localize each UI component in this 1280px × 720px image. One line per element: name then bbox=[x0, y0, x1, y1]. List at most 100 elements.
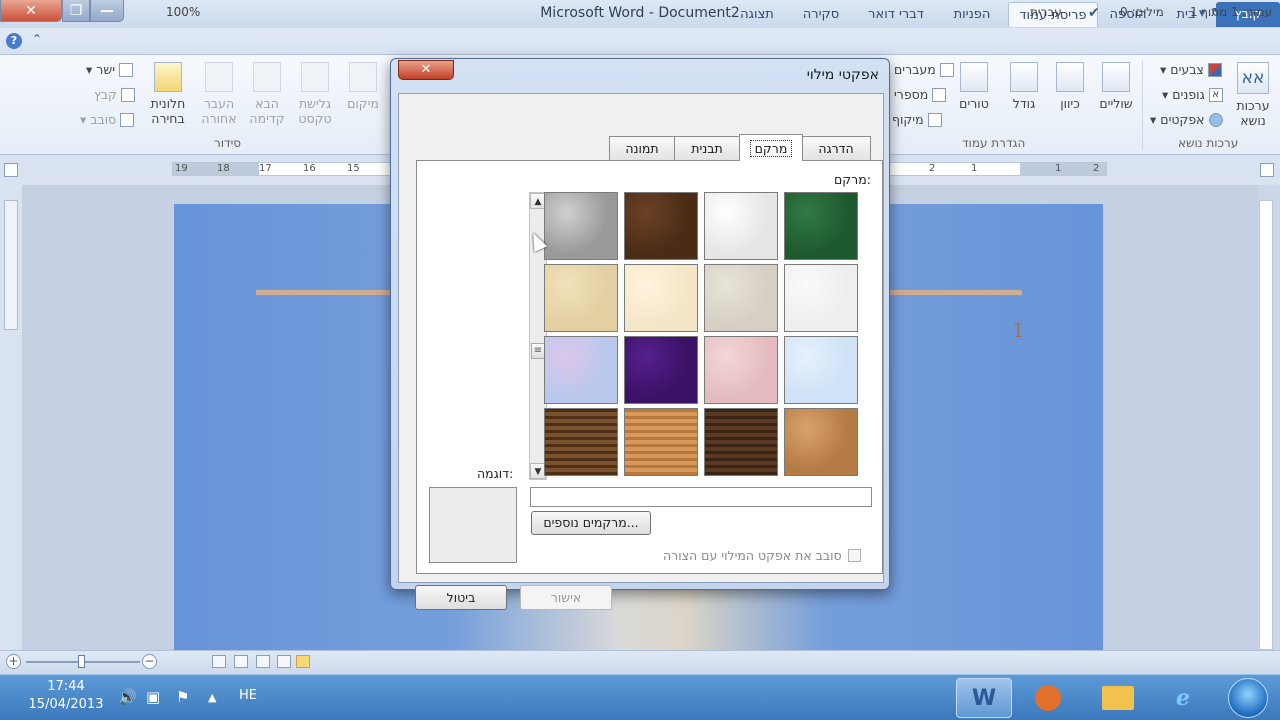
taskbar-clock[interactable]: 17:44 15/04/2013 bbox=[26, 678, 106, 714]
window-maximize-button[interactable]: ❐ bbox=[62, 0, 90, 22]
network-icon[interactable]: ▣ bbox=[146, 688, 160, 706]
green-marble-texture[interactable] bbox=[784, 192, 858, 260]
size-button[interactable]: גודל bbox=[1004, 62, 1044, 111]
zoom-slider-thumb[interactable] bbox=[78, 655, 85, 668]
taskbar bbox=[0, 674, 1280, 720]
walnut-texture[interactable] bbox=[704, 408, 778, 476]
theme-effects-button[interactable]: ▾ אפקטים bbox=[1150, 112, 1223, 127]
volume-icon[interactable]: 🔊 bbox=[118, 688, 137, 706]
minimize-icon: — bbox=[100, 2, 114, 19]
ruler-number: 16 bbox=[303, 163, 316, 174]
position-label: מיקום bbox=[347, 96, 379, 111]
margins-button[interactable]: שוליים bbox=[1094, 62, 1138, 111]
theme-colors-button[interactable]: ▾ צבעים bbox=[1160, 62, 1222, 77]
dialog-close-button[interactable]: ✕ bbox=[398, 60, 454, 80]
tab-gradient[interactable]: הדרגה bbox=[801, 136, 871, 160]
align-button[interactable]: ▾ ישר bbox=[86, 62, 133, 77]
scroll-thumb[interactable]: ≡ bbox=[531, 343, 545, 359]
window-minimize-button[interactable]: — bbox=[90, 0, 124, 22]
outline-view-icon[interactable] bbox=[234, 655, 248, 668]
zoom-out-button[interactable]: − bbox=[142, 654, 157, 669]
tab-picture[interactable]: תמונה bbox=[609, 136, 675, 160]
white-paper-texture[interactable] bbox=[784, 264, 858, 332]
help-icon[interactable]: ? bbox=[6, 33, 22, 49]
themes-icon: אא bbox=[1237, 62, 1269, 94]
align-icon bbox=[119, 62, 133, 77]
show-hidden-icons-icon[interactable]: ▲ bbox=[208, 691, 216, 704]
bouquet-texture[interactable] bbox=[544, 336, 618, 404]
tab-texture[interactable]: מרקם bbox=[739, 134, 803, 161]
dialog-title: אפקטי מילוי bbox=[806, 67, 879, 83]
page-number-text: 1 bbox=[1012, 318, 1025, 342]
position-button[interactable]: מיקום bbox=[340, 62, 386, 111]
vertical-scrollbar-thumb[interactable] bbox=[4, 200, 18, 330]
ok-button[interactable]: אישור bbox=[520, 585, 612, 610]
rotate-with-shape-row[interactable]: סובב את אפקט המילוי עם הצורה bbox=[663, 548, 861, 563]
proofing-icon[interactable]: ✔ bbox=[1088, 5, 1100, 21]
dropdown-caret-icon: ▾ bbox=[1150, 112, 1157, 127]
blue-tissue-texture[interactable] bbox=[784, 336, 858, 404]
rotate-button[interactable]: ▾ סובב bbox=[80, 112, 135, 127]
cork-texture[interactable] bbox=[784, 408, 858, 476]
recycled-paper-texture[interactable] bbox=[704, 264, 778, 332]
tab-view[interactable]: תצוגה bbox=[726, 2, 788, 27]
granite-texture[interactable] bbox=[544, 192, 618, 260]
zoom-in-button[interactable]: + bbox=[6, 654, 21, 669]
draft-view-icon[interactable] bbox=[212, 655, 226, 668]
medium-wood-texture[interactable] bbox=[544, 408, 618, 476]
status-bar bbox=[0, 650, 1280, 674]
taskbar-word-button[interactable]: W bbox=[956, 678, 1012, 718]
action-center-flag-icon[interactable]: ⚑ bbox=[176, 688, 189, 706]
page-count-status[interactable]: עמוד: 1 מתוך 1 bbox=[1190, 5, 1272, 19]
taskbar-explorer-button[interactable] bbox=[1090, 678, 1146, 718]
input-language[interactable]: HE bbox=[239, 688, 257, 703]
full-screen-reading-icon[interactable] bbox=[277, 655, 291, 668]
send-backward-button[interactable]: העבר אחורה bbox=[196, 62, 242, 126]
bring-forward-button[interactable]: הבא קדימה bbox=[244, 62, 290, 126]
send-backward-icon bbox=[205, 62, 233, 92]
group-icon bbox=[120, 87, 135, 102]
taskbar-ie-button[interactable]: e bbox=[1155, 678, 1211, 718]
line-numbers-button[interactable]: מספרי bbox=[894, 87, 947, 102]
position-icon bbox=[349, 62, 377, 92]
theme-fonts-button[interactable]: ▾ גופנים א bbox=[1162, 87, 1223, 102]
group-button[interactable]: קבץ bbox=[94, 87, 135, 102]
print-layout-icon[interactable] bbox=[296, 655, 310, 668]
themes-button[interactable]: אא ערכות נושא bbox=[1232, 62, 1274, 128]
word-count-status[interactable]: מילים: 0 bbox=[1120, 5, 1164, 19]
sand-texture[interactable] bbox=[544, 264, 618, 332]
language-status[interactable]: עברית bbox=[1030, 5, 1062, 19]
columns-button[interactable]: טורים bbox=[952, 62, 996, 111]
tab-references[interactable]: הפניות bbox=[940, 2, 1004, 27]
zoom-level[interactable]: 100% bbox=[166, 5, 200, 19]
white-marble-texture[interactable] bbox=[704, 192, 778, 260]
tab-review[interactable]: סקירה bbox=[790, 2, 852, 27]
orientation-button[interactable]: כיוון bbox=[1050, 62, 1090, 111]
window-close-button[interactable]: ✕ bbox=[0, 0, 62, 22]
purple-mesh-texture[interactable] bbox=[624, 336, 698, 404]
cancel-button[interactable]: ביטול bbox=[415, 585, 507, 610]
selection-pane-button[interactable]: חלונית בחירה bbox=[144, 62, 192, 126]
breaks-button[interactable]: מעברים bbox=[894, 62, 954, 77]
start-button[interactable] bbox=[1228, 678, 1268, 718]
parchment-texture[interactable] bbox=[624, 264, 698, 332]
wrap-text-button[interactable]: גלישת טקסט bbox=[292, 62, 338, 126]
align-label: ישר bbox=[96, 62, 115, 77]
tab-texture-label: מרקם bbox=[749, 139, 793, 157]
brown-marble-texture[interactable] bbox=[624, 192, 698, 260]
tab-mailings[interactable]: דברי דואר bbox=[856, 2, 936, 27]
ruler-toggle-icon[interactable] bbox=[4, 163, 18, 177]
rotate-with-shape-checkbox[interactable] bbox=[847, 549, 861, 562]
tab-pattern[interactable]: תבנית bbox=[674, 136, 740, 160]
minimize-ribbon-icon[interactable]: ⌃ bbox=[32, 32, 42, 46]
selection-pane-icon bbox=[154, 62, 182, 92]
more-textures-button[interactable]: מרקמים נוספים... bbox=[531, 511, 651, 535]
oak-texture[interactable] bbox=[624, 408, 698, 476]
hyphenation-button[interactable]: מיקוף bbox=[892, 112, 942, 127]
web-layout-icon[interactable] bbox=[256, 655, 270, 668]
tab-selector-icon[interactable] bbox=[1260, 163, 1274, 177]
preview-box bbox=[429, 487, 517, 563]
pink-tissue-texture[interactable] bbox=[704, 336, 778, 404]
taskbar-media-player-button[interactable] bbox=[1020, 678, 1076, 718]
orientation-icon bbox=[1056, 62, 1084, 92]
